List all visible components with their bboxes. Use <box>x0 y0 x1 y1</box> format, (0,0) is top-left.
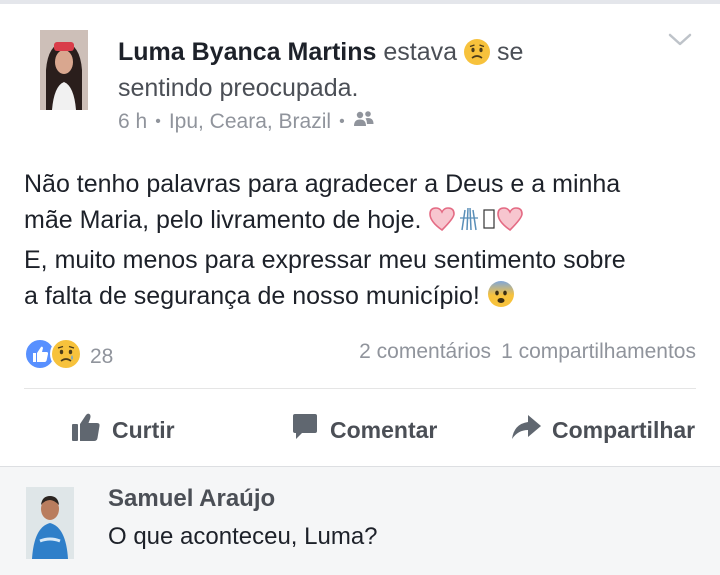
share-arrow-icon <box>510 412 542 448</box>
post-body-line: a falta de segurança de nosso município! <box>24 282 480 310</box>
friends-icon[interactable] <box>353 110 375 134</box>
reaction-count: 28 <box>90 344 114 368</box>
share-label: Compartilhar <box>552 416 696 443</box>
fearful-emoji-icon <box>487 280 515 318</box>
feed-post: Luma Byanca Martins estava se sentindo pr… <box>0 4 720 466</box>
thumbs-up-icon <box>70 411 102 449</box>
feeling-line2: sentindo preocupada. <box>118 74 359 102</box>
comment-label: Comentar <box>330 416 438 443</box>
divider <box>24 388 696 389</box>
praying-hands-icon <box>456 206 482 242</box>
like-label: Curtir <box>112 416 175 443</box>
heart-icon <box>428 206 456 242</box>
share-button[interactable]: Compartilhar <box>510 408 695 452</box>
post-location[interactable]: Ipu, Ceara, Brazil <box>169 110 331 134</box>
post-header: Luma Byanca Martins estava se sentindo pr… <box>118 34 678 106</box>
post-time[interactable]: 6 h <box>118 110 147 134</box>
reaction-summary[interactable]: 28 <box>24 338 113 375</box>
comment-count-link[interactable]: 2 comentários <box>359 340 491 364</box>
feeling-prefix: estava <box>383 38 458 66</box>
author-avatar[interactable] <box>40 30 88 110</box>
post-body-line-with-emoji: a falta de segurança de nosso município! <box>24 278 708 318</box>
like-button[interactable]: Curtir <box>70 408 175 452</box>
post-stats: 2 comentários 1 compartilhamentos <box>359 340 696 364</box>
author-name[interactable]: Luma Byanca Martins <box>118 38 376 66</box>
share-count-link[interactable]: 1 compartilhamentos <box>501 340 696 364</box>
post-body-line-with-emojis: mãe Maria, pelo livramento de hoje. <box>24 202 708 242</box>
post-body-line: E, muito menos para expressar meu sentim… <box>24 246 626 274</box>
missing-glyph-icon <box>482 206 496 242</box>
comment-bubble-icon <box>290 412 320 448</box>
post-body-line: mãe Maria, pelo livramento de hoje. <box>24 206 422 234</box>
commenter-name[interactable]: Samuel Araújo <box>108 485 275 513</box>
post-body-line: Não tenho palavras para agradecer a Deus… <box>24 170 621 198</box>
comments-section: Samuel Araújo O que aconteceu, Luma? <box>0 466 720 575</box>
heart-icon <box>496 206 524 242</box>
action-bar: Curtir Comentar Compartilhar <box>0 408 720 452</box>
feeling-suffix: se <box>497 38 524 66</box>
commenter-avatar[interactable] <box>26 487 74 559</box>
sad-reaction-icon <box>50 338 82 375</box>
comment-button[interactable]: Comentar <box>290 408 437 452</box>
comment-text: O que aconteceu, Luma? <box>108 523 378 550</box>
post-meta: 6 h • Ipu, Ceara, Brazil • <box>118 110 375 134</box>
post-body: Não tenho palavras para agradecer a Deus… <box>24 166 708 318</box>
worried-emoji-icon <box>463 38 491 66</box>
